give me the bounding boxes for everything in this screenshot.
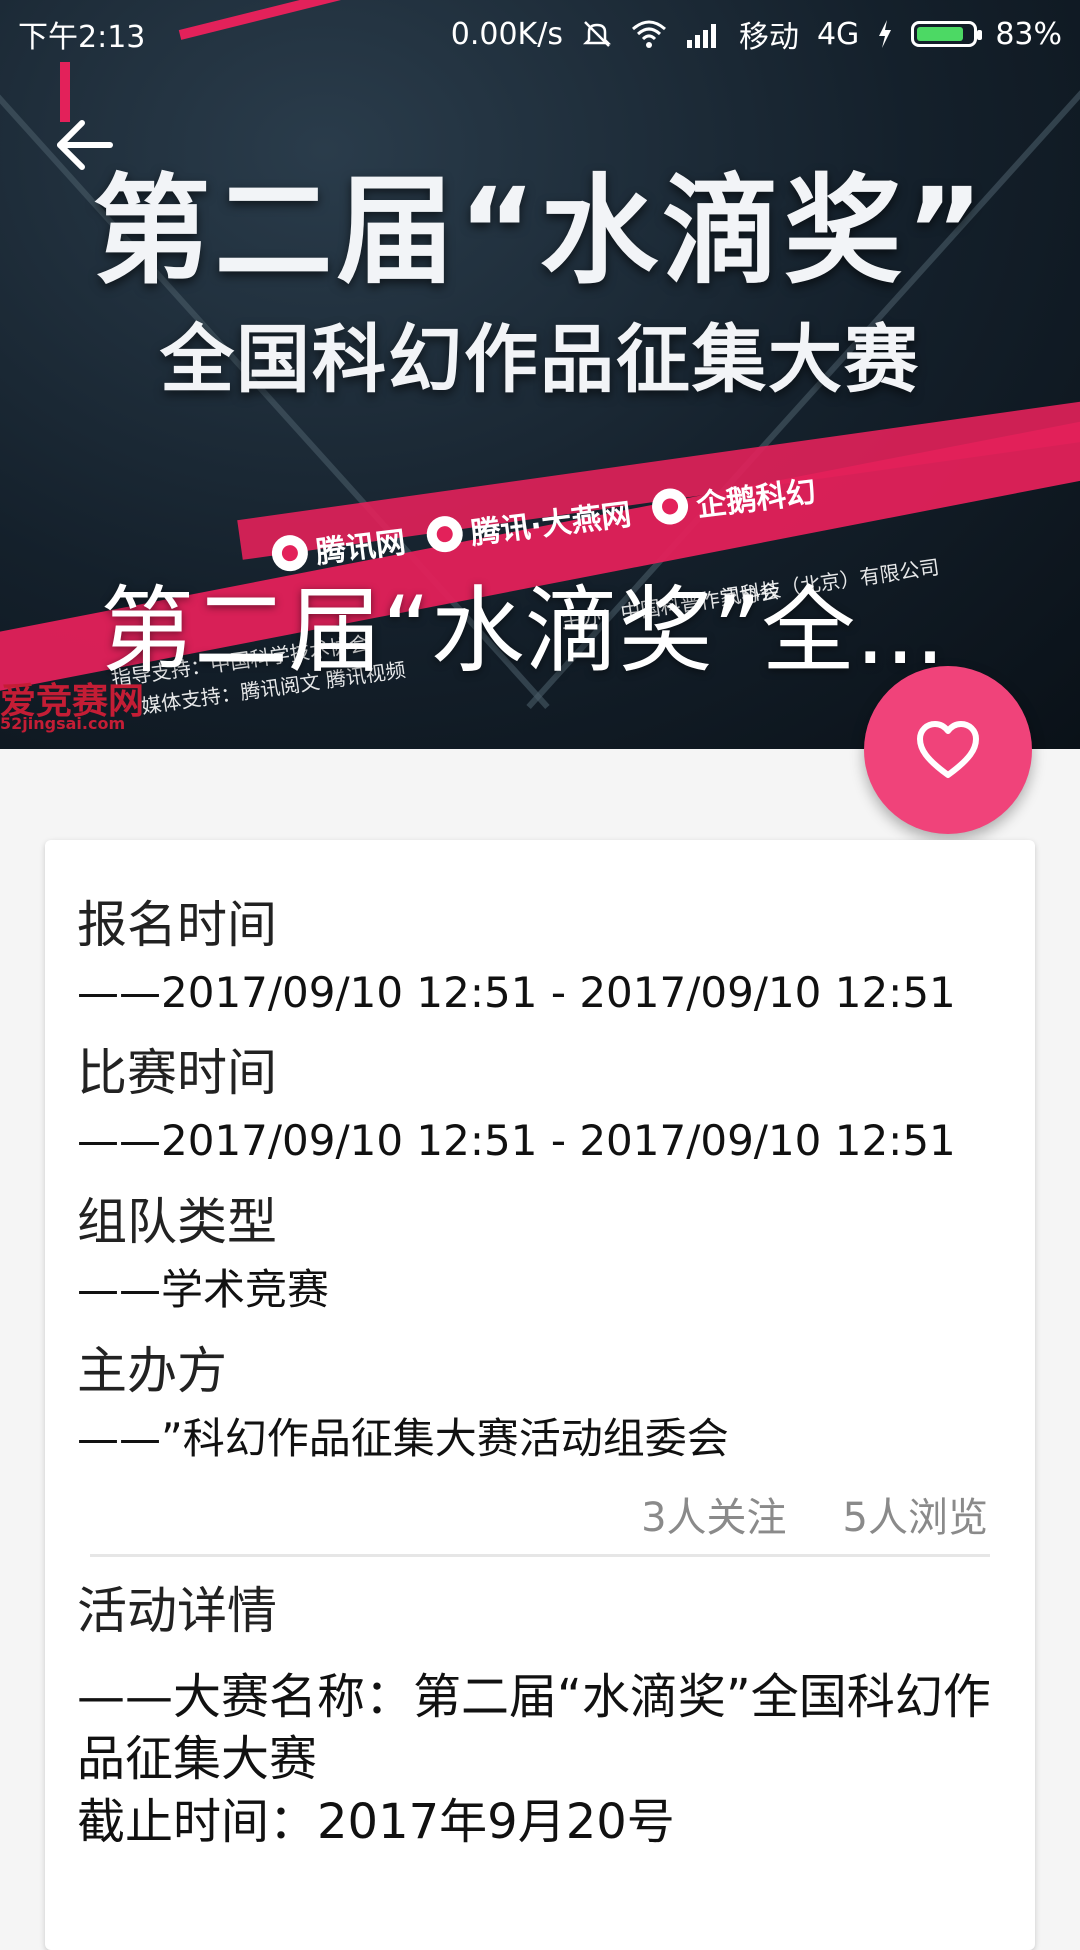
heart-icon xyxy=(917,721,979,778)
charging-icon xyxy=(879,20,892,48)
carrier-name: 移动 xyxy=(738,20,799,55)
network-speed: 0.00K/s xyxy=(450,16,563,52)
status-time: 下午2:13 xyxy=(18,20,146,55)
arrow-left-icon xyxy=(57,120,113,170)
activity-detail-label: 活动详情 xyxy=(77,1582,277,1640)
match-time-value: ——2017/09/10 12:51 - 2017/09/10 12:51 xyxy=(77,1116,956,1165)
mute-icon xyxy=(582,21,611,47)
signal-icon xyxy=(686,24,716,48)
match-time-field: 比赛时间 ——2017/09/10 12:51 - 2017/09/10 12:… xyxy=(77,1048,956,1162)
activity-detail-line: 截止时间：2017年9月20号 xyxy=(77,1793,675,1850)
network-type: 4G xyxy=(816,16,860,52)
organizer-value: ——”科幻作品征集大赛活动组委会 xyxy=(77,1414,729,1463)
info-card: 报名时间 ——2017/09/10 12:51 - 2017/09/10 12:… xyxy=(45,840,1035,1950)
signup-time-field: 报名时间 ——2017/09/10 12:51 - 2017/09/10 12:… xyxy=(77,900,956,1014)
header-banner: 第二届“水滴奖” 全国科幻作品征集大赛 腾讯网 腾讯·大燕网 企鹅科幻 指导支持… xyxy=(0,0,1080,749)
signup-time-label: 报名时间 xyxy=(77,896,277,954)
team-type-field: 组队类型 ——学术竞赛 xyxy=(77,1197,329,1311)
favorite-button[interactable] xyxy=(864,666,1032,834)
status-icons: 0.00K/s 移动 4G 83% xyxy=(451,12,1062,56)
view-count: 5人浏览 xyxy=(842,1495,988,1541)
match-time-label: 比赛时间 xyxy=(77,1044,277,1102)
page-title: 第二届“水滴奖”全... xyxy=(100,577,946,686)
battery-level: 83% xyxy=(995,16,1062,52)
sponsor-logo-icon xyxy=(424,514,465,555)
back-button[interactable] xyxy=(50,110,120,180)
wifi-icon xyxy=(631,20,666,48)
battery-icon xyxy=(911,21,983,47)
poster-subtitle: 全国科幻作品征集大赛 xyxy=(160,317,920,403)
activity-detail-body: ——大赛名称：第二届“水滴奖”全国科幻作品征集大赛 截止时间：2017年9月20… xyxy=(77,1666,1007,1853)
activity-detail-line: ——大赛名称：第二届“水滴奖”全国科幻作品征集大赛 xyxy=(77,1669,991,1788)
team-type-label: 组队类型 xyxy=(77,1193,277,1251)
divider xyxy=(90,1554,990,1557)
poster-title: 第二届“水滴奖” xyxy=(92,162,988,300)
watermark-url: 52jingsai.com xyxy=(0,714,126,733)
follow-count: 3人关注 xyxy=(641,1495,787,1541)
sponsor-logo-icon xyxy=(650,486,691,527)
organizer-label: 主办方 xyxy=(77,1342,227,1400)
status-bar: 下午2:13 0.00K/s 移动 4G 83% xyxy=(0,0,1080,60)
stats-row: 3人关注 5人浏览 xyxy=(641,1485,988,1543)
team-type-value: ——学术竞赛 xyxy=(77,1265,330,1314)
signup-time-value: ——2017/09/10 12:51 - 2017/09/10 12:51 xyxy=(77,968,956,1017)
organizer-field: 主办方 ——”科幻作品征集大赛活动组委会 xyxy=(77,1346,729,1460)
